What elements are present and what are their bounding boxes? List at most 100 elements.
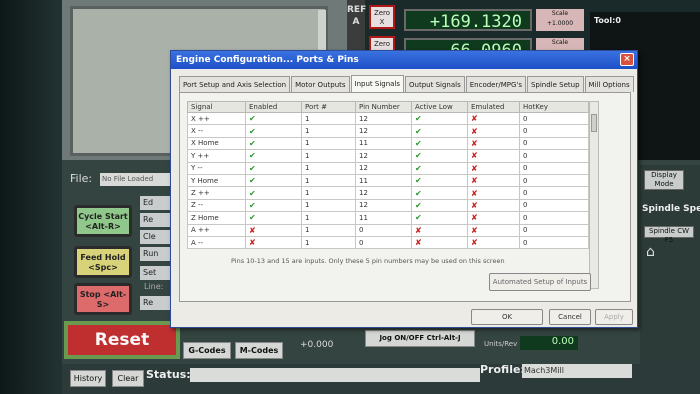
table-row[interactable]: Y -- ✔ 1 12 ✔ ✘ 0 — [187, 161, 589, 175]
pin-cell[interactable]: 12 — [355, 149, 412, 163]
edit-button[interactable]: Ed — [140, 196, 170, 210]
table-row[interactable]: A ++ ✘ 1 0 ✘ ✘ 0 — [187, 223, 589, 237]
table-row[interactable]: Y ++ ✔ 1 12 ✔ ✘ 0 — [187, 149, 589, 163]
emulated-cell[interactable]: ✘ — [467, 186, 520, 200]
signal-cell[interactable]: Z ++ — [187, 186, 246, 200]
port-cell[interactable]: 1 — [301, 161, 356, 175]
port-cell[interactable]: 1 — [301, 149, 356, 163]
hotkey-cell[interactable]: 0 — [519, 235, 589, 250]
pin-cell[interactable]: 0 — [355, 235, 412, 250]
apply-button[interactable]: Apply — [595, 309, 633, 325]
port-cell[interactable]: 1 — [301, 235, 356, 250]
signal-cell[interactable]: X Home — [187, 136, 246, 151]
active-low-cell[interactable]: ✔ — [411, 186, 468, 200]
pin-cell[interactable]: 12 — [355, 111, 412, 126]
port-cell[interactable]: 1 — [301, 111, 356, 126]
enabled-cell[interactable]: ✘ — [245, 223, 302, 237]
active-low-cell[interactable]: ✘ — [411, 223, 468, 237]
emulated-cell[interactable]: ✘ — [467, 211, 520, 225]
table-scrollbar[interactable] — [589, 101, 599, 289]
active-low-cell[interactable]: ✔ — [411, 136, 468, 151]
hotkey-cell[interactable]: 0 — [519, 161, 589, 175]
cycle-start-button[interactable]: Cycle Start <Alt-R> — [74, 205, 132, 237]
emulated-cell[interactable]: ✘ — [467, 136, 520, 151]
jog-toggle-button[interactable]: Jog ON/OFF Ctrl-Alt-J — [365, 330, 475, 347]
enabled-cell[interactable]: ✔ — [245, 198, 302, 213]
file-field[interactable]: No File Loaded — [100, 173, 176, 186]
run-button[interactable]: Run — [140, 247, 170, 261]
port-cell[interactable]: 1 — [301, 136, 356, 151]
dialog-titlebar[interactable]: Engine Configuration... Ports & Pins — [171, 51, 637, 69]
enabled-cell[interactable]: ✔ — [245, 149, 302, 163]
table-row[interactable]: A -- ✘ 1 0 ✘ ✘ 0 — [187, 235, 589, 250]
enabled-cell[interactable]: ✘ — [245, 235, 302, 250]
close-button[interactable]: × — [620, 53, 634, 66]
emulated-cell[interactable]: ✘ — [467, 223, 520, 237]
spindle-cw-button[interactable]: Spindle CW F5 — [644, 226, 694, 244]
close-file-button[interactable]: Cle — [140, 230, 170, 244]
active-low-cell[interactable]: ✔ — [411, 198, 468, 213]
reset-button[interactable]: Reset — [64, 321, 180, 359]
feed-hold-button[interactable]: Feed Hold <Spc> — [74, 246, 132, 278]
hotkey-cell[interactable]: 0 — [519, 223, 589, 237]
tab-output-signals[interactable]: Output Signals — [405, 76, 465, 92]
signal-cell[interactable]: Z -- — [187, 198, 246, 213]
hotkey-cell[interactable]: 0 — [519, 186, 589, 200]
signal-cell[interactable]: A -- — [187, 235, 246, 250]
hotkey-cell[interactable]: 0 — [519, 136, 589, 151]
table-row[interactable]: X -- ✔ 1 12 ✔ ✘ 0 — [187, 124, 589, 138]
table-row[interactable]: Z -- ✔ 1 12 ✔ ✘ 0 — [187, 198, 589, 213]
enabled-cell[interactable]: ✔ — [245, 111, 302, 126]
tab-spindle-setup[interactable]: Spindle Setup — [526, 76, 584, 92]
scale-x[interactable]: Scale +1.0000 — [536, 9, 584, 31]
hotkey-cell[interactable]: 0 — [519, 173, 589, 188]
cancel-button[interactable]: Cancel — [549, 309, 591, 325]
tab-mill-options[interactable]: Mill Options — [584, 76, 634, 92]
port-cell[interactable]: 1 — [301, 223, 356, 237]
active-low-cell[interactable]: ✔ — [411, 161, 468, 175]
pin-cell[interactable]: 11 — [355, 211, 412, 225]
hotkey-cell[interactable]: 0 — [519, 198, 589, 213]
table-row[interactable]: X Home ✔ 1 11 ✔ ✘ 0 — [187, 136, 589, 151]
tab-encoder-mpg[interactable]: Encoder/MPG's — [465, 76, 526, 92]
pin-cell[interactable]: 12 — [355, 186, 412, 200]
emulated-cell[interactable]: ✘ — [467, 161, 520, 175]
pin-cell[interactable]: 0 — [355, 223, 412, 237]
set-next-line-button[interactable]: Set — [140, 266, 170, 280]
hotkey-cell[interactable]: 0 — [519, 111, 589, 126]
port-cell[interactable]: 1 — [301, 173, 356, 188]
table-row[interactable]: Y Home ✔ 1 11 ✔ ✘ 0 — [187, 173, 589, 188]
recent-button[interactable]: Re — [140, 213, 170, 227]
enabled-cell[interactable]: ✔ — [245, 136, 302, 151]
tab-motor-outputs[interactable]: Motor Outputs — [291, 76, 350, 92]
enabled-cell[interactable]: ✔ — [245, 173, 302, 188]
zero-x-button[interactable]: Zero X — [369, 5, 395, 29]
pin-cell[interactable]: 11 — [355, 136, 412, 151]
active-low-cell[interactable]: ✔ — [411, 124, 468, 138]
scrollbar-thumb[interactable] — [591, 114, 597, 132]
pin-cell[interactable]: 12 — [355, 161, 412, 175]
table-row[interactable]: X ++ ✔ 1 12 ✔ ✘ 0 — [187, 111, 589, 126]
tab-input-signals[interactable]: Input Signals — [350, 75, 405, 92]
emulated-cell[interactable]: ✘ — [467, 111, 520, 126]
signal-cell[interactable]: A ++ — [187, 223, 246, 237]
history-button[interactable]: History — [70, 370, 106, 387]
port-cell[interactable]: 1 — [301, 186, 356, 200]
emulated-cell[interactable]: ✘ — [467, 149, 520, 163]
active-low-cell[interactable]: ✘ — [411, 235, 468, 250]
active-low-cell[interactable]: ✔ — [411, 111, 468, 126]
enabled-cell[interactable]: ✔ — [245, 161, 302, 175]
table-row[interactable]: Z Home ✔ 1 11 ✔ ✘ 0 — [187, 211, 589, 225]
emulated-cell[interactable]: ✘ — [467, 235, 520, 250]
display-mode-button[interactable]: Display Mode — [644, 170, 684, 190]
active-low-cell[interactable]: ✔ — [411, 173, 468, 188]
table-row[interactable]: Z ++ ✔ 1 12 ✔ ✘ 0 — [187, 186, 589, 200]
tab-port-setup[interactable]: Port Setup and Axis Selection — [179, 76, 291, 92]
pin-cell[interactable]: 11 — [355, 173, 412, 188]
clear-button[interactable]: Clear — [112, 370, 144, 387]
hotkey-cell[interactable]: 0 — [519, 211, 589, 225]
emulated-cell[interactable]: ✘ — [467, 173, 520, 188]
enabled-cell[interactable]: ✔ — [245, 186, 302, 200]
signal-cell[interactable]: X -- — [187, 124, 246, 138]
hotkey-cell[interactable]: 0 — [519, 124, 589, 138]
